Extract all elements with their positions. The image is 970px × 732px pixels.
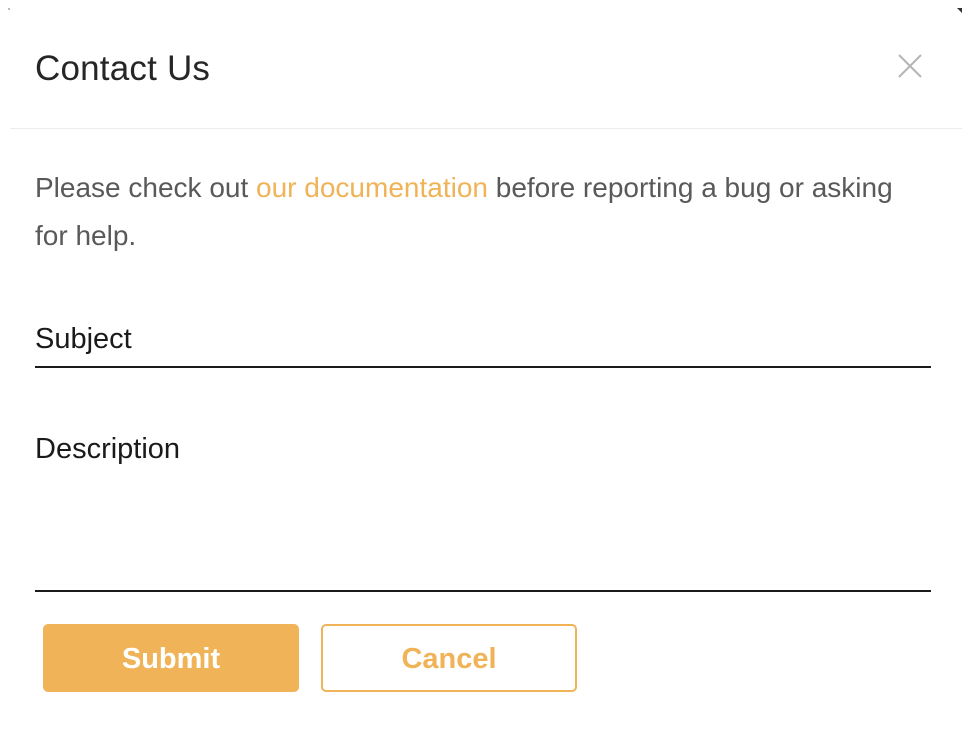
intro-prefix: Please check out [35, 172, 257, 203]
description-field[interactable]: Description [35, 424, 931, 592]
close-icon [894, 50, 926, 82]
documentation-link[interactable]: our documentation [256, 172, 488, 203]
dialog-header: Contact Us [10, 0, 962, 129]
contact-dialog: Contact Us Please check out our document… [0, 0, 970, 732]
subject-input[interactable] [35, 314, 931, 366]
submit-button[interactable]: Submit [43, 624, 299, 692]
intro-text: Please check out our documentation befor… [35, 164, 915, 260]
cancel-button[interactable]: Cancel [321, 624, 577, 692]
dialog-title: Contact Us [35, 49, 211, 88]
description-input[interactable] [35, 424, 931, 590]
close-button[interactable] [894, 50, 926, 82]
subject-field[interactable]: Subject [35, 314, 931, 368]
